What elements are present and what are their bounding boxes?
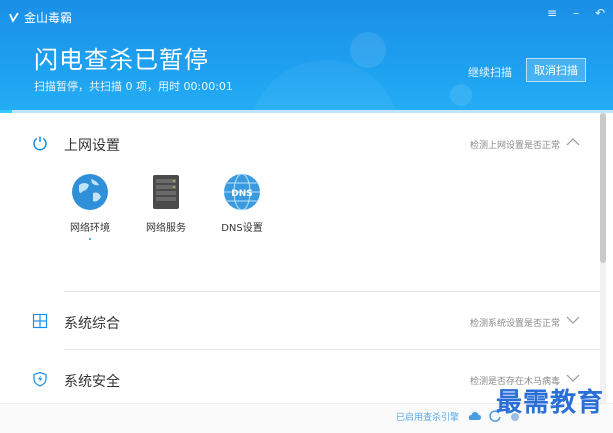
section-divider [64,291,600,292]
scrollbar-thumb[interactable] [600,113,606,263]
item-label: 网络环境 [70,223,110,234]
server-icon [153,175,179,209]
scanning-indicator-dot [89,238,91,240]
content-scrollbar[interactable] [600,113,606,403]
dns-icon-text: DNS [231,189,253,199]
decor-bubble [250,60,400,112]
section-description: 检测系统设置是否正常 [469,319,560,329]
app-logo: 金山毒霸 [8,8,72,26]
header-banner: 金山毒霸 ≡ – ↶ 闪电查杀已暂停 扫描暂停，共扫描 0 项，用时 00:00… [0,0,613,112]
item-network-service[interactable]: 网络服务 [134,173,198,234]
page-title: 闪电查杀已暂停 [34,46,209,74]
section-title: 系统综合 [64,316,120,332]
item-label: DNS设置 [221,223,263,234]
section-title: 上网设置 [64,138,120,154]
engine-status-text: 已启用查杀引擎 [396,413,460,423]
item-label: 网络服务 [146,223,186,234]
app-name: 金山毒霸 [24,10,73,25]
globe-icon [72,174,108,210]
decor-bubble [350,32,386,68]
windows-icon [32,313,48,329]
menu-icon[interactable]: ≡ [545,6,559,20]
back-icon[interactable]: ↶ [593,6,607,20]
section-network-settings[interactable]: 上网设置 检测上网设置是否正常 [8,123,600,163]
cancel-scan-button[interactable]: 取消扫描 [526,58,586,82]
power-icon [33,136,47,151]
section-system-general[interactable]: 系统综合 检测系统设置是否正常 [8,301,600,341]
item-network-environment[interactable]: 网络环境 [58,173,122,240]
dns-globe-icon: DNS [224,173,260,211]
chevron-down-icon[interactable] [566,315,580,325]
watermark-text: 最需教育 [496,388,605,418]
window-controls: ≡ – ↶ [545,6,607,20]
minimize-icon[interactable]: – [569,6,583,20]
shield-icon [33,371,47,387]
chevron-up-icon[interactable] [566,137,580,147]
decor-bubble [450,84,472,106]
duba-logo-icon [9,12,19,23]
cloud-engine-icon[interactable] [468,408,482,422]
section-title: 系统安全 [64,374,120,390]
scan-status-text: 扫描暂停，共扫描 0 项，用时 00:00:01 [34,80,233,93]
scan-sections: 上网设置 检测上网设置是否正常 网络环境 网络服务 DNS DNS设置 系统综合… [8,113,600,403]
section-divider [64,349,600,350]
continue-scan-button[interactable]: 继续扫描 [468,64,512,80]
section-description: 检测上网设置是否正常 [469,141,560,151]
item-dns-settings[interactable]: DNS DNS设置 [210,173,274,234]
